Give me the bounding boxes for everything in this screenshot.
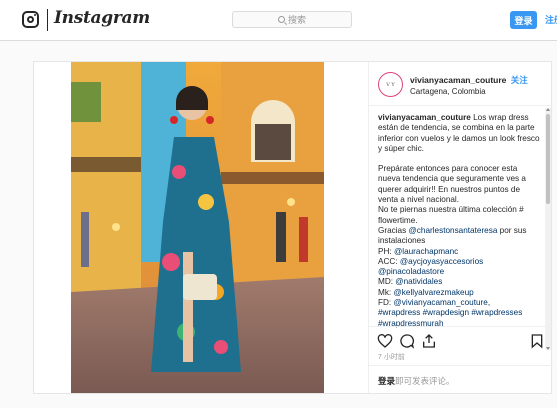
mention-kellyalvarez[interactable]: @kellyalvarezmakeup <box>393 288 473 297</box>
signup-link[interactable]: 注册 <box>545 13 557 26</box>
comment-login-link[interactable]: 登录 <box>378 376 395 386</box>
post-username[interactable]: vivianyacaman_couture 关注 <box>410 74 528 86</box>
credit-label-mk: Mk: <box>378 287 392 297</box>
scroll-up-arrow-icon[interactable] <box>546 108 550 111</box>
share-icon[interactable] <box>421 333 437 349</box>
search-placeholder: 搜索 <box>287 15 306 25</box>
comment-icon[interactable] <box>399 333 415 349</box>
post-timestamp[interactable]: 7 小时前 <box>378 352 405 362</box>
caption-text-3: No te piernas nuestra última colección #… <box>378 205 524 225</box>
post-sidebar: V Y vivianyacaman_couture 关注 Cartagena, … <box>368 62 553 393</box>
credit-label-acc: ACC: <box>378 256 398 266</box>
comment-bar: 登录即可发表评论。 <box>369 365 553 393</box>
mention-pinacolada[interactable]: @pinacoladastore <box>378 267 444 276</box>
comment-prompt: 即可发表评论。 <box>395 376 455 386</box>
credit-label-ph: PH: <box>378 246 392 256</box>
hashtag-wrapdesign[interactable]: #wrapdesign <box>423 308 469 317</box>
mention-natividales[interactable]: @natividales <box>395 277 442 286</box>
post-caption: vivianyacaman_couture Los wrap dress est… <box>378 113 540 328</box>
avatar[interactable]: V Y <box>378 72 403 97</box>
top-navigation-bar: Instagram 搜索 登录 注册 <box>0 0 557 41</box>
post-location[interactable]: Cartagena, Colombia <box>410 87 486 96</box>
hashtag-wrapdresses[interactable]: #wrapdresses <box>471 308 522 317</box>
caption-scrollbar[interactable] <box>545 108 551 350</box>
credit-label-fd: FD: <box>378 298 392 308</box>
credit-label-md: MD: <box>378 277 394 287</box>
bookmark-icon[interactable] <box>529 333 545 349</box>
caption-text-2: Prepárate entonces para conocer esta nue… <box>378 164 526 205</box>
heart-icon[interactable] <box>377 333 393 349</box>
mention-charleston[interactable]: @charlestonsantateresa <box>409 226 498 235</box>
caption-username[interactable]: vivianyacaman_couture <box>378 113 471 122</box>
post-header: V Y vivianyacaman_couture 关注 Cartagena, … <box>369 62 553 106</box>
post-actions <box>369 326 553 354</box>
instagram-camera-icon[interactable] <box>22 11 39 28</box>
caption-thanks: Gracias <box>378 225 407 235</box>
follow-button[interactable]: 关注 <box>511 75 528 85</box>
scroll-thumb[interactable] <box>546 114 550 204</box>
post-photo[interactable] <box>71 62 324 393</box>
mention-vivianyacaman[interactable]: @vivianyacaman_couture <box>393 298 487 307</box>
hashtag-wrapdress[interactable]: #wrapdress <box>378 308 420 317</box>
post-photo-image <box>71 62 324 393</box>
post-card: V Y vivianyacaman_couture 关注 Cartagena, … <box>33 61 553 394</box>
mention-aycjoyas[interactable]: @aycjoyasyaccesorios <box>400 257 483 266</box>
instagram-wordmark[interactable]: Instagram <box>54 8 150 28</box>
logo-divider <box>47 9 48 31</box>
login-button[interactable]: 登录 <box>510 11 537 29</box>
search-input[interactable]: 搜索 <box>232 11 352 28</box>
mention-laurachapmanc[interactable]: @laurachapmanc <box>394 247 458 256</box>
username-text[interactable]: vivianyacaman_couture <box>410 75 506 85</box>
search-icon <box>277 16 285 23</box>
